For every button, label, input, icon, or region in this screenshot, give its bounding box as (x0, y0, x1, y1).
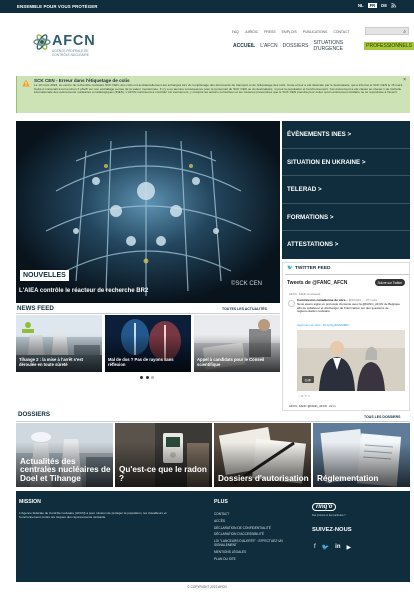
menu-ukraine[interactable]: SITUATION EN UKRAINE > (282, 149, 410, 177)
site-logo[interactable]: AFCN AGENCE FÉDÉRALE DE CONTRÔLE NUCLÉAI… (33, 31, 105, 61)
dossier-title: Actualités des centrales nucléaires de D… (20, 456, 111, 484)
footer-links: CONTACT ACCÈS DÉCLARATION DE CONFIDENTIA… (214, 512, 300, 564)
lang-fr[interactable]: FR (367, 3, 378, 8)
footer-link-acces[interactable]: ACCÈS (214, 519, 300, 523)
tweet-link[interactable]: Apprenez-en plus : bit.ly/3ygDSHMMM (297, 323, 405, 327)
linkedin-icon[interactable]: in (335, 544, 340, 551)
search-icon[interactable]: ⌕ (403, 29, 406, 35)
warning-icon (22, 79, 30, 87)
news-feed-title: NEWS FEED (17, 305, 54, 312)
util-juridic[interactable]: JURIDIC (245, 30, 258, 34)
carousel-dots[interactable] (140, 376, 154, 379)
retweet-note: AFCN - FANC a retweeté (289, 292, 321, 296)
brand-name: AFCN (52, 33, 96, 49)
copyright: © COPYRIGHT 2023 AFCN (187, 585, 227, 589)
close-icon[interactable]: × (403, 77, 406, 83)
footer: MISSION L'Agence fédérale de Contrôle nu… (16, 491, 410, 582)
youtube-icon[interactable]: ▶ (347, 544, 352, 551)
news-title: Tihange 2 : la mise à l'arrêt s'est déro… (19, 357, 84, 367)
dossier-title: Dossiers d'autorisation (218, 474, 309, 484)
lang-de[interactable]: DE (380, 3, 388, 8)
nav-afcn[interactable]: L'AFCN (260, 43, 277, 49)
news-title: Mal de dos ? Pas de rayons sans réflexio… (108, 357, 174, 367)
tweet-photo[interactable]: GIF (297, 330, 405, 391)
rinqo-logo[interactable]: rinq'o Des protons ou des particules ? (312, 495, 346, 517)
news-card[interactable]: Tihange 2 : la mise à l'arrêt s'est déro… (16, 315, 102, 372)
twitter-title: Tweets de @FANC_AFCN (287, 280, 348, 286)
tweet-actions[interactable]: ♡ 11 ↻ 3 (297, 394, 310, 398)
follow-button[interactable]: Suivre sur Twitter (375, 279, 405, 286)
nav-professionnels[interactable]: PROFESSIONNELS (364, 42, 414, 50)
dossier-card[interactable]: Réglementation (313, 423, 410, 487)
twitter-icon[interactable]: 🐦 (322, 544, 329, 551)
alert-body: Le 13 mars 2023, au centre de recherche … (34, 83, 404, 95)
nav-accueil[interactable]: ACCUEIL (233, 43, 255, 49)
nav-dossiers[interactable]: DOSSIERS (283, 43, 309, 49)
top-bar: ENSEMBLE POUR VOUS PROTÉGER NL FR DE (0, 0, 414, 13)
utility-nav: FAQ JURIDIC PRESS EMPLOIS PUBLICATIONS C… (232, 30, 350, 34)
footer-link-mentions[interactable]: MENTIONS LÉGALES (214, 550, 300, 554)
language-switcher: NL FR DE (357, 3, 396, 8)
twitter-widget: 🐦 TWITTER FEED Tweets de @FANC_AFCN Suivr… (282, 262, 410, 411)
util-publications[interactable]: PUBLICATIONS (303, 30, 328, 34)
hero-caption[interactable]: L'AIEA contrôle le réacteur de recherche… (19, 288, 148, 294)
util-emplois[interactable]: EMPLOIS (282, 30, 297, 34)
slogan: ENSEMBLE POUR VOUS PROTÉGER (17, 4, 98, 9)
dossier-title: Réglementation (317, 474, 379, 484)
twitter-footer: AFCN - FANC @FANC_AFCN · 23 m (289, 404, 336, 408)
facebook-icon[interactable]: f (314, 544, 316, 551)
menu-formations[interactable]: FORMATIONS > (282, 204, 410, 232)
news-card[interactable]: Mal de dos ? Pas de rayons sans réflexio… (105, 315, 191, 372)
footer-link-confidentialite[interactable]: DÉCLARATION DE CONFIDENTIALITÉ (214, 526, 300, 530)
menu-telerad[interactable]: TELERAD > (282, 176, 410, 204)
lang-nl[interactable]: NL (357, 3, 365, 8)
footer-link-lanceurs[interactable]: LOI "LANCEURS D'ALERTE" : EFFECTUEZ UN S… (214, 539, 300, 547)
brand-tagline: AGENCE FÉDÉRALE DE CONTRÔLE NUCLÉAIRE (52, 49, 89, 57)
social-links: f 🐦 in ▶ (314, 544, 351, 551)
follow-us-title: SUIVEZ-NOUS (312, 527, 352, 533)
dossier-card[interactable]: Actualités des centrales nucléaires de D… (16, 423, 113, 487)
alert-banner: SCK CEN - Erreur dans l'étiquetage de co… (16, 76, 410, 113)
canada-flag-avatar[interactable] (288, 300, 295, 307)
atom-logo-icon (33, 34, 51, 50)
news-card[interactable]: Appel à candidats pour le Conseil scient… (194, 315, 280, 372)
news-badge: NOUVELLES (20, 270, 69, 281)
twitter-icon: 🐦 (287, 266, 293, 271)
dossier-card[interactable]: Qu'est-ce que le radon ? (115, 423, 212, 487)
tweet-text: Nous avons signé un protocole d'entente … (297, 302, 401, 314)
side-menu: ÉVÈNEMENTS INES > SITUATION EN UKRAINE >… (282, 121, 410, 259)
menu-ines[interactable]: ÉVÈNEMENTS INES > (282, 121, 410, 149)
mission-text: L'Agence fédérale de Contrôle nucléaire … (19, 511, 167, 519)
footer-link-accessibilite[interactable]: DÉCLARATION D'ACCESSIBILITÉ (214, 532, 300, 536)
util-faq[interactable]: FAQ (232, 30, 239, 34)
svg-text:GIF: GIF (305, 378, 312, 383)
menu-attestations[interactable]: ATTESTATIONS > (282, 231, 410, 259)
footer-link-contact[interactable]: CONTACT (214, 512, 300, 516)
plus-title: PLUS (214, 499, 228, 505)
twitter-header: 🐦 TWITTER FEED (287, 266, 331, 271)
news-title: Appel à candidats pour le Conseil scient… (197, 357, 265, 367)
dossier-title: Qu'est-ce que le radon ? (119, 465, 207, 484)
search-input[interactable]: ⌕ (365, 27, 409, 35)
all-dossiers-link[interactable]: TOUS LES DOSSIERS (364, 415, 401, 419)
mission-title: MISSION (19, 499, 41, 505)
util-press[interactable]: PRESS (264, 30, 276, 34)
hero-credit: ©SCK CEN (230, 281, 262, 287)
rss-icon[interactable] (391, 3, 396, 8)
dossier-card[interactable]: Dossiers d'autorisation (214, 423, 311, 487)
hero-slide[interactable]: NOUVELLES L'AIEA contrôle le réacteur de… (16, 121, 280, 303)
dossiers-title: DOSSIERS (18, 411, 50, 418)
util-contact[interactable]: CONTACT (333, 30, 349, 34)
all-news-link[interactable]: TOUTES LES ACTUALITÉS (222, 307, 267, 311)
nav-urgence[interactable]: SITUATIONS D'URGENCE (313, 40, 359, 52)
main-nav: ACCUEIL L'AFCN DOSSIERS SITUATIONS D'URG… (233, 40, 414, 52)
footer-link-plan[interactable]: PLAN DU SITE (214, 557, 300, 561)
